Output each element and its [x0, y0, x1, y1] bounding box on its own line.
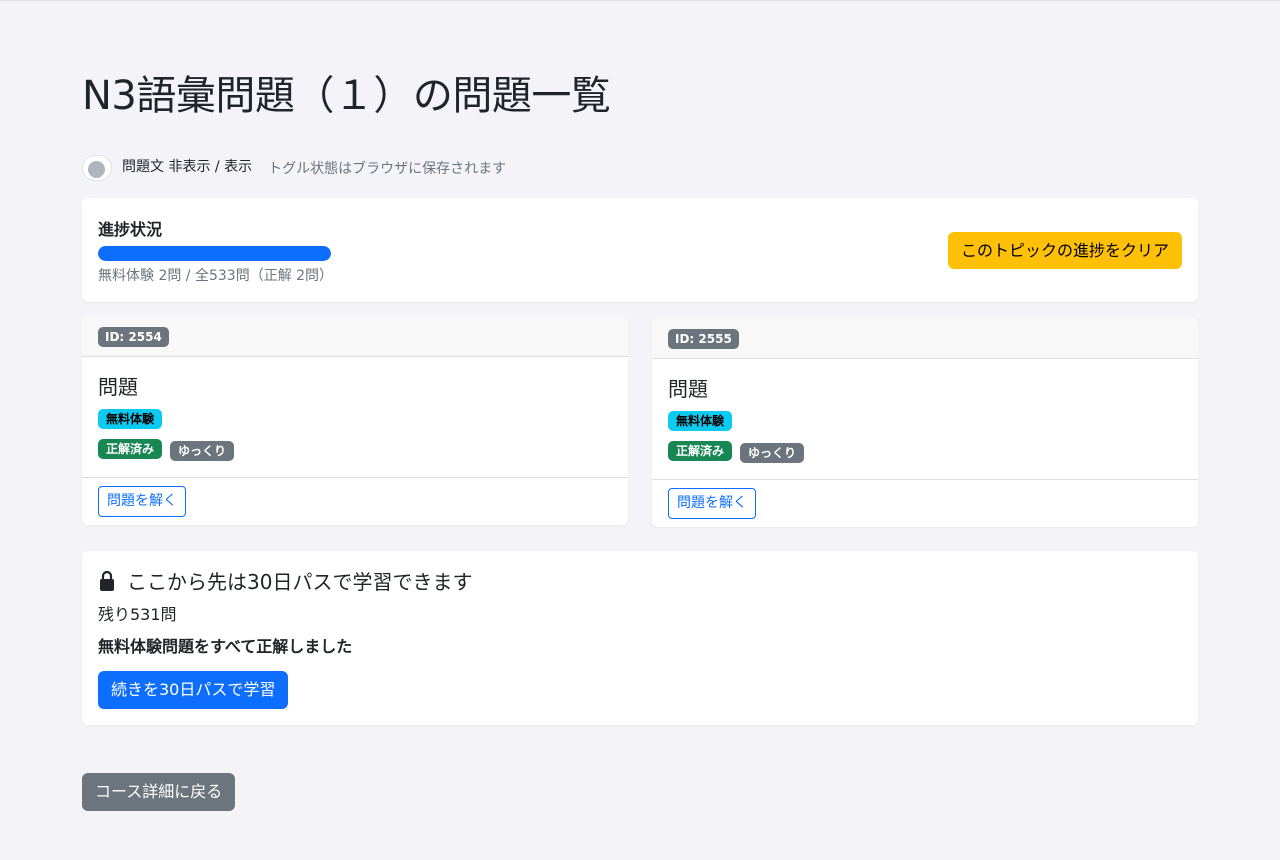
solve-question-button[interactable]: 問題を解く	[98, 486, 186, 517]
lock-icon	[100, 570, 114, 591]
question-title: 問題	[98, 375, 138, 399]
progress-text: 無料体験 2問 / 全533問（正解 2問）	[98, 268, 334, 284]
question-card-body: 問題 無料体験 正解済み ゆっくり	[652, 359, 1198, 480]
continue-with-pass-button[interactable]: 続きを30日パスで学習	[98, 671, 289, 709]
question-text-toggle[interactable]	[82, 155, 112, 181]
question-id-badge: ID: 2555	[668, 329, 739, 349]
top-shadow	[0, 0, 1280, 2]
locked-content-card: ここから先は30日パスで学習できます 残り531問 無料体験問題をすべて正解しま…	[82, 551, 1198, 725]
question-id-badge: ID: 2554	[98, 327, 169, 347]
question-text-toggle-row: 問題文 非表示 / 表示 トグル状態はブラウザに保存されます	[82, 154, 506, 182]
toggle-note: トグル状態はブラウザに保存されます	[268, 161, 507, 177]
progress-card: 進捗状況 無料体験 2問 / 全533問（正解 2問） このトピックの進捗をクリ…	[82, 198, 1198, 302]
question-card-header: ID: 2554	[82, 316, 628, 357]
question-card: ID: 2555 問題 無料体験 正解済み ゆっくり 問題を解く	[652, 318, 1198, 527]
locked-heading: ここから先は30日パスで学習できます	[98, 566, 472, 595]
question-card-body: 問題 無料体験 正解済み ゆっくり	[82, 357, 628, 478]
solve-question-button[interactable]: 問題を解く	[668, 488, 756, 519]
locked-heading-text: ここから先は30日パスで学習できます	[127, 570, 473, 594]
progress-title: 進捗状況	[98, 220, 163, 239]
question-card: ID: 2554 問題 無料体験 正解済み ゆっくり 問題を解く	[82, 316, 628, 525]
question-title: 問題	[668, 377, 708, 401]
back-to-course-button[interactable]: コース詳細に戻る	[82, 773, 236, 811]
remaining-count: 残り531問	[98, 605, 177, 624]
toggle-knob	[88, 161, 105, 178]
question-card-header: ID: 2555	[652, 318, 1198, 359]
toggle-label: 問題文 非表示 / 表示	[122, 159, 253, 175]
answered-correct-badge: 正解済み	[98, 439, 163, 459]
all-correct-message: 無料体験問題をすべて正解しました	[98, 637, 353, 656]
free-trial-badge: 無料体験	[668, 411, 733, 431]
answered-correct-badge: 正解済み	[668, 441, 733, 461]
speed-badge: ゆっくり	[740, 443, 805, 463]
free-trial-badge: 無料体験	[98, 409, 163, 429]
page-title: N3語彙問題（１）の問題一覧	[82, 73, 611, 119]
progress-bar-fill	[98, 246, 331, 261]
clear-progress-button[interactable]: このトピックの進捗をクリア	[947, 232, 1182, 269]
speed-badge: ゆっくり	[170, 441, 235, 461]
progress-bar	[98, 246, 331, 261]
